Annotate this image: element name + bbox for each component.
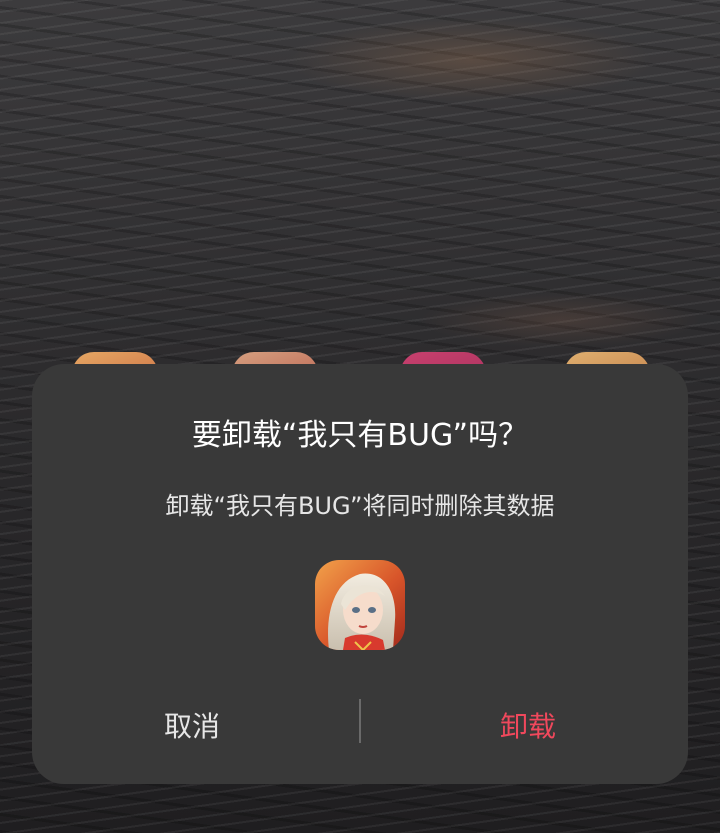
cancel-button[interactable]: 取消 <box>32 698 352 756</box>
game-character-icon <box>315 560 405 650</box>
button-divider <box>359 699 361 743</box>
dialog-title: 要卸载“我只有BUG”吗？ <box>191 418 529 453</box>
home-screen: 要卸载“我只有BUG”吗？ 卸载“我只有BUG”将同时删除其数据 取消 卸载 <box>0 0 720 833</box>
uninstall-button[interactable]: 卸载 <box>368 698 688 756</box>
dialog-message: 卸载“我只有BUG”将同时删除其数据 <box>165 492 555 520</box>
uninstall-dialog: 要卸载“我只有BUG”吗？ 卸载“我只有BUG”将同时删除其数据 取消 卸载 <box>32 364 688 784</box>
